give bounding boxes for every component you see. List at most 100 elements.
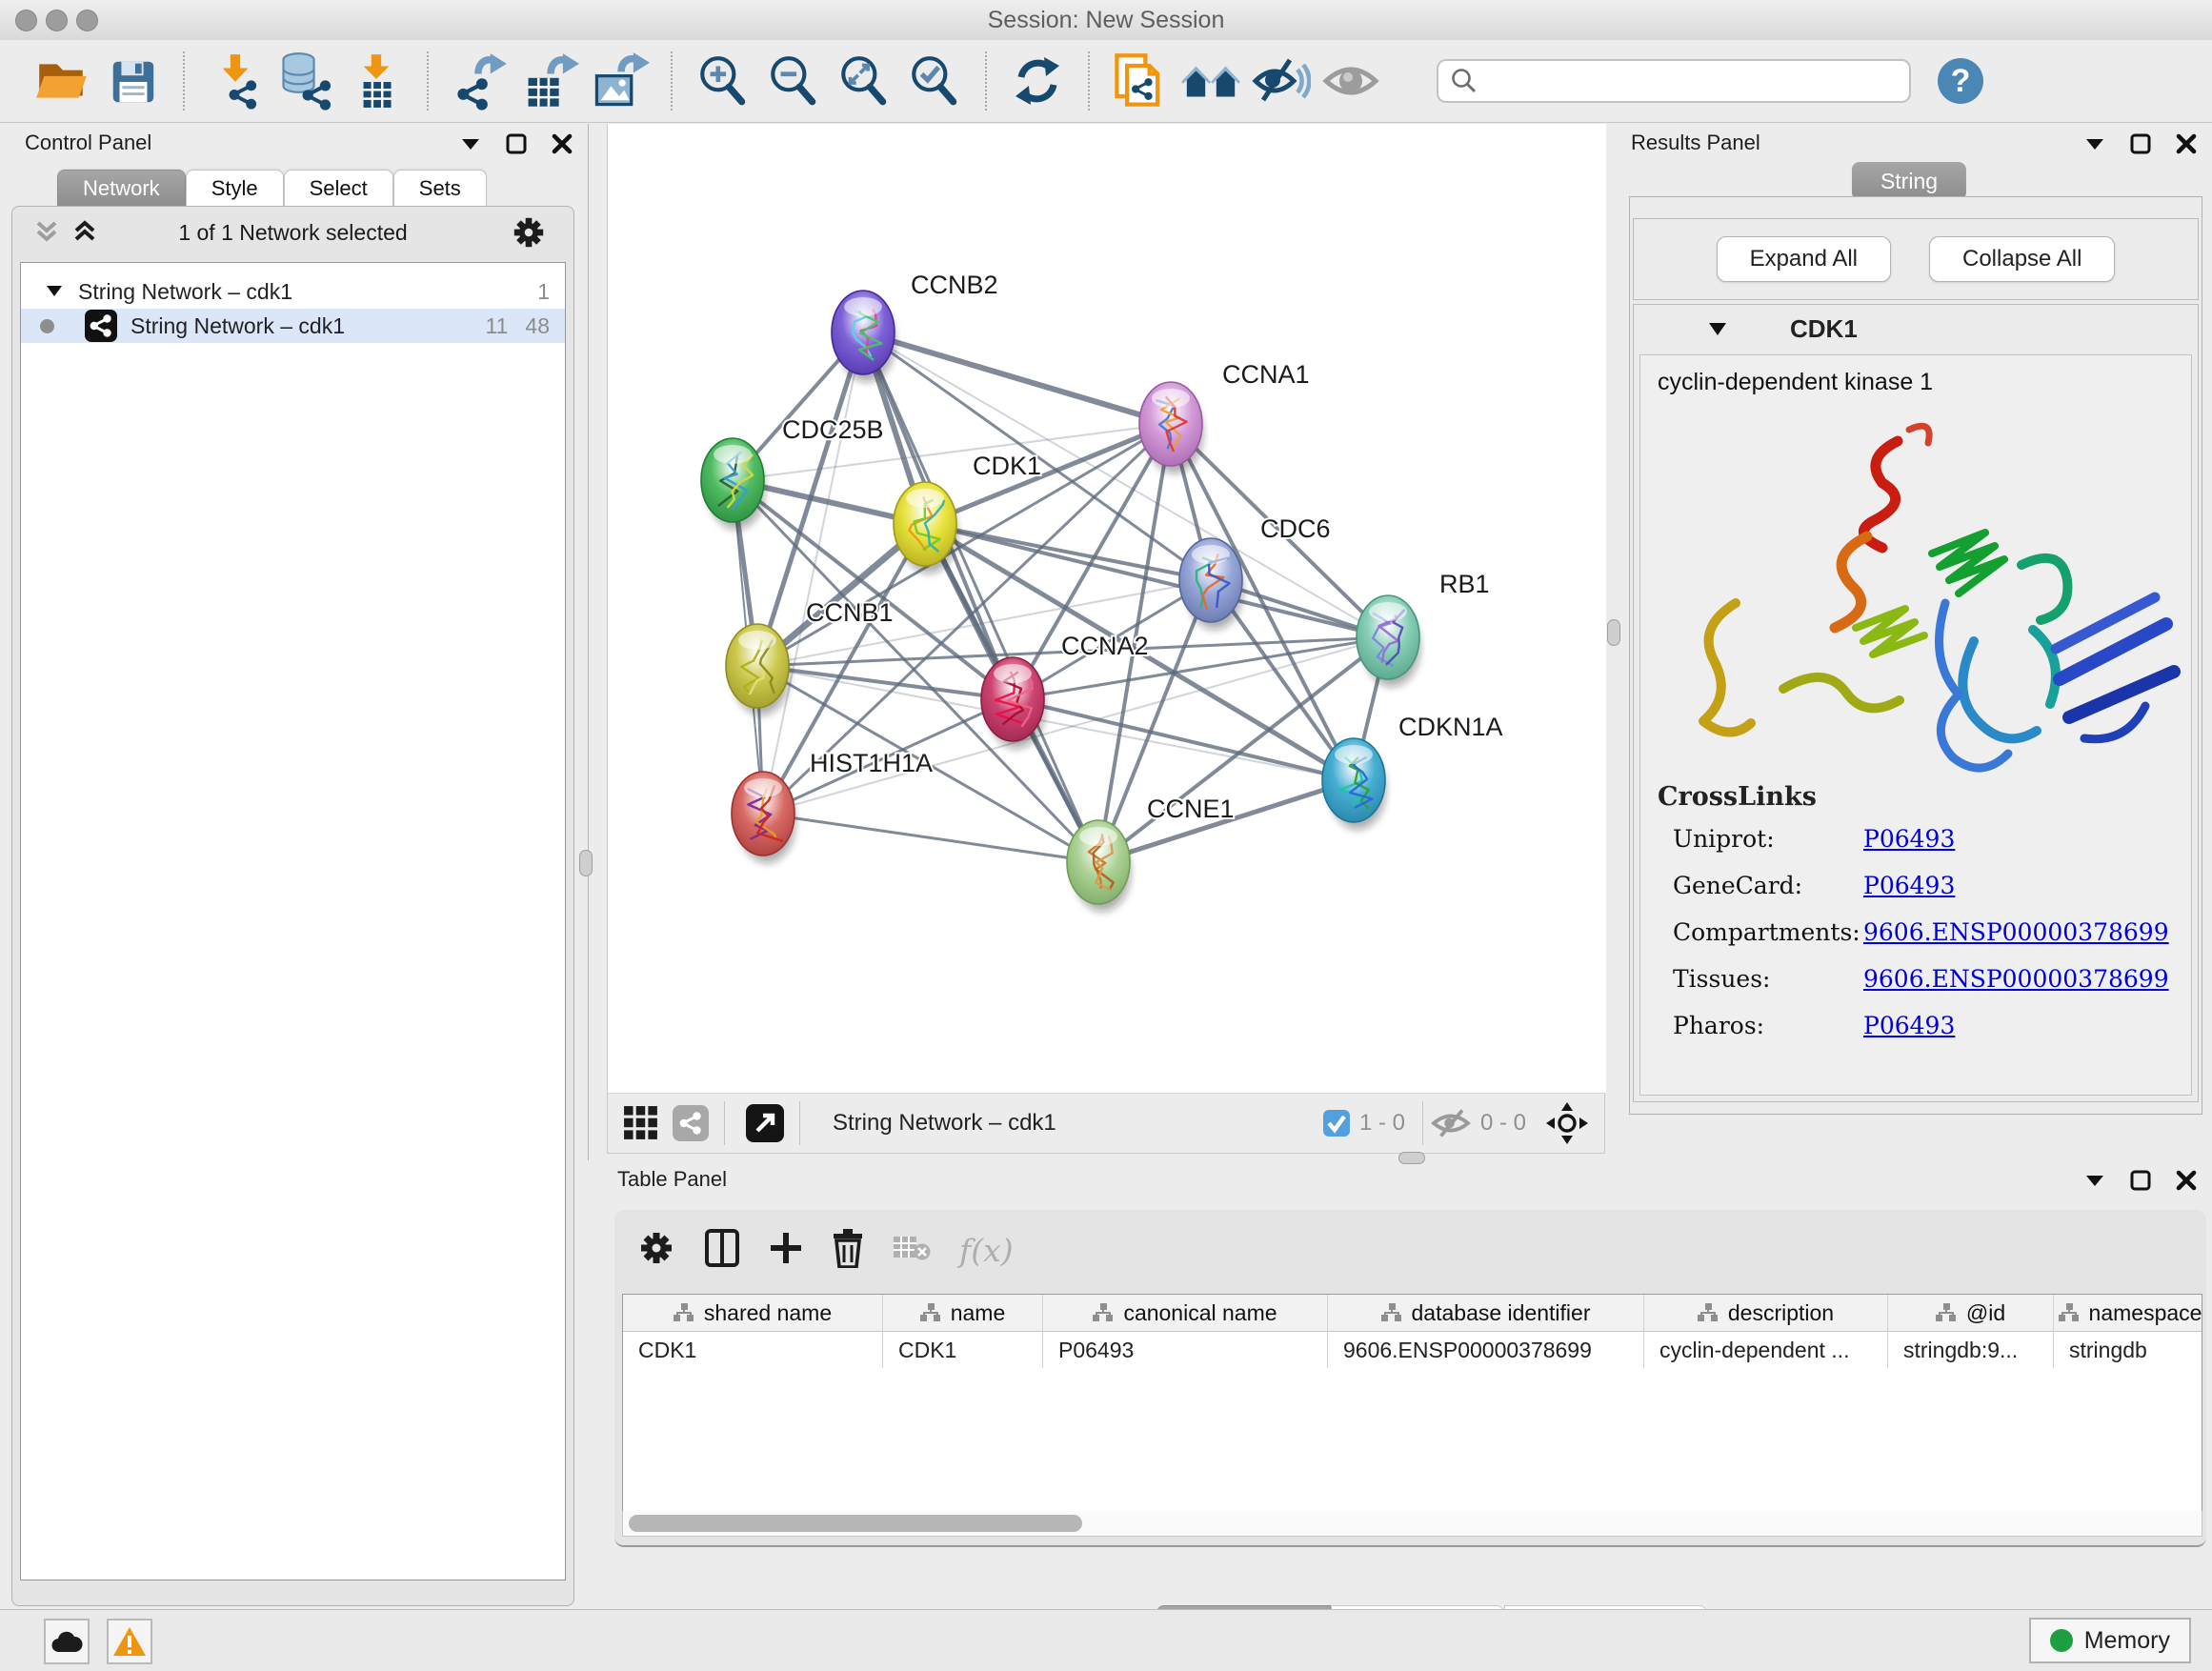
import-table-icon[interactable] xyxy=(347,51,406,111)
column-header-namespace[interactable]: namespace xyxy=(2054,1295,2206,1331)
network-tree: String Network – cdk1 1 String Network –… xyxy=(20,262,566,1580)
memory-status-dot xyxy=(2050,1629,2073,1652)
table-panel-menu-icon[interactable] xyxy=(2082,1168,2107,1193)
apply-function-icon: f(x) xyxy=(959,1232,1014,1269)
graph-node-CCNE1[interactable] xyxy=(1067,820,1131,912)
control-panel-close-icon[interactable] xyxy=(550,131,574,156)
collection-count: 1 xyxy=(537,279,550,305)
table-options-gear-icon[interactable] xyxy=(637,1229,675,1272)
graph-node-RB1[interactable] xyxy=(1357,595,1420,687)
save-session-icon[interactable] xyxy=(103,51,162,111)
zoom-fit-icon[interactable] xyxy=(835,51,894,111)
selected-count: 1 - 0 xyxy=(1359,1110,1405,1137)
results-panel-close-icon[interactable] xyxy=(2174,131,2199,156)
show-graphics-details-icon[interactable] xyxy=(1322,51,1381,111)
delete-column-icon[interactable] xyxy=(832,1228,864,1273)
refresh-icon[interactable] xyxy=(1008,51,1067,111)
export-network-icon[interactable] xyxy=(450,51,509,111)
export-image-icon[interactable] xyxy=(591,51,650,111)
column-header-canonical-name[interactable]: canonical name xyxy=(1043,1295,1328,1331)
zoom-in-icon[interactable] xyxy=(694,51,753,111)
collection-expander-icon[interactable] xyxy=(46,285,63,298)
tab-select[interactable]: Select xyxy=(284,170,393,207)
hide-graphics-details-icon[interactable] xyxy=(1252,51,1311,111)
string-home-icon[interactable] xyxy=(1181,51,1240,111)
search-box xyxy=(1437,59,1911,103)
column-header-id[interactable]: @id xyxy=(1888,1295,2054,1331)
right-splitter-handle[interactable] xyxy=(1607,619,1620,646)
bottom-splitter-handle[interactable] xyxy=(1398,1152,1425,1164)
network-options-gear-icon[interactable] xyxy=(511,214,547,255)
title-bar: Session: New Session xyxy=(0,0,2212,41)
detach-view-icon[interactable] xyxy=(746,1104,784,1142)
crosslink-label: Compartments: xyxy=(1673,918,1863,946)
search-input[interactable] xyxy=(1478,67,1882,95)
column-header-database-identifier[interactable]: database identifier xyxy=(1328,1295,1644,1331)
control-panel-tabs: Network Style Select Sets xyxy=(57,170,487,207)
grid-view-icon[interactable] xyxy=(623,1105,659,1141)
graph-node-CCNB1[interactable] xyxy=(726,624,790,715)
graph-node-CCNA2[interactable] xyxy=(981,657,1045,749)
export-table-icon[interactable] xyxy=(520,51,579,111)
share-view-icon[interactable] xyxy=(673,1105,709,1141)
left-splitter-handle[interactable] xyxy=(579,850,593,876)
network-row[interactable]: String Network – cdk1 11 48 xyxy=(21,309,565,343)
network-canvas[interactable]: CCNB2CCNA1CDC25BCDK1CDC6RB1CCNB1CCNA2CDK… xyxy=(607,124,1607,1093)
graph-edge-CCNB2-CCNE1[interactable] xyxy=(863,332,1098,862)
tab-sets[interactable]: Sets xyxy=(393,170,487,207)
tab-string-results[interactable]: String xyxy=(1852,162,1966,200)
crosslink-pharos-link[interactable]: P06493 xyxy=(1863,1012,1955,1039)
add-column-icon[interactable] xyxy=(769,1231,803,1270)
selected-checkbox-icon[interactable] xyxy=(1323,1110,1350,1137)
graph-node-HIST1H1A[interactable] xyxy=(732,772,795,863)
scrollbar-thumb[interactable] xyxy=(629,1515,1082,1532)
expand-all-button[interactable]: Expand All xyxy=(1717,236,1891,282)
graph-node-label-CDKN1A: CDKN1A xyxy=(1398,713,1503,741)
node-table: shared name name canonical name database… xyxy=(622,1294,2202,1513)
network-node-count: 11 xyxy=(486,313,509,339)
control-panel-menu-icon[interactable] xyxy=(458,131,483,156)
column-header-shared-name[interactable]: shared name xyxy=(623,1295,883,1331)
graph-node-CDC6[interactable] xyxy=(1179,538,1243,630)
open-session-icon[interactable] xyxy=(32,51,91,111)
graph-node-CDKN1A[interactable] xyxy=(1322,738,1386,830)
table-panel-float-icon[interactable] xyxy=(2128,1168,2153,1193)
memory-button[interactable]: Memory xyxy=(2029,1618,2191,1663)
table-panel-close-icon[interactable] xyxy=(2174,1168,2199,1193)
column-header-description[interactable]: description xyxy=(1644,1295,1888,1331)
graph-edge-CCNB2-HIST1H1A[interactable] xyxy=(763,332,863,814)
graph-edge-CCNB2-CCNA1[interactable] xyxy=(863,332,1171,424)
help-icon[interactable]: ? xyxy=(1938,58,1983,104)
network-collection-row[interactable]: String Network – cdk1 1 xyxy=(21,274,565,309)
entry-expander-icon[interactable] xyxy=(1708,322,1727,336)
table-horizontal-scrollbar[interactable] xyxy=(622,1511,2202,1537)
graph-edge-CCNE1-HIST1H1A[interactable] xyxy=(763,814,1098,862)
graph-node-CCNB2[interactable] xyxy=(832,291,895,382)
zoom-selected-icon[interactable] xyxy=(905,51,964,111)
tab-network[interactable]: Network xyxy=(57,170,186,207)
table-row[interactable]: CDK1 CDK1 P06493 9606.ENSP00000378699 cy… xyxy=(623,1332,2202,1368)
new-network-from-selection-icon[interactable] xyxy=(1111,51,1170,111)
crosslink-compartments-link[interactable]: 9606.ENSP00000378699 xyxy=(1863,918,2169,946)
crosslink-tissues-link[interactable]: 9606.ENSP00000378699 xyxy=(1863,965,2169,993)
import-network-icon[interactable] xyxy=(206,51,265,111)
crosslink-genecard-link[interactable]: P06493 xyxy=(1863,872,1955,899)
crosslink-uniprot-link[interactable]: P06493 xyxy=(1863,825,1955,853)
results-panel-float-icon[interactable] xyxy=(2128,131,2153,156)
main-toolbar: ? xyxy=(0,40,2212,123)
cloud-status-button[interactable] xyxy=(44,1619,90,1664)
tab-style[interactable]: Style xyxy=(186,170,284,207)
navigator-crosshair-icon[interactable] xyxy=(1545,1101,1589,1145)
show-columns-icon[interactable] xyxy=(704,1228,740,1273)
import-database-icon[interactable] xyxy=(276,51,335,111)
entry-description: cyclin-dependent kinase 1 xyxy=(1658,369,2191,396)
memory-label: Memory xyxy=(2084,1627,2170,1655)
graph-node-CDC25B[interactable] xyxy=(701,438,765,530)
results-panel-title: Results Panel xyxy=(1631,131,1760,155)
collapse-all-button[interactable]: Collapse All xyxy=(1929,236,2115,282)
results-panel-menu-icon[interactable] xyxy=(2082,131,2107,156)
warnings-button[interactable] xyxy=(107,1619,152,1664)
zoom-out-icon[interactable] xyxy=(764,51,823,111)
control-panel-float-icon[interactable] xyxy=(504,131,529,156)
column-header-name[interactable]: name xyxy=(883,1295,1043,1331)
